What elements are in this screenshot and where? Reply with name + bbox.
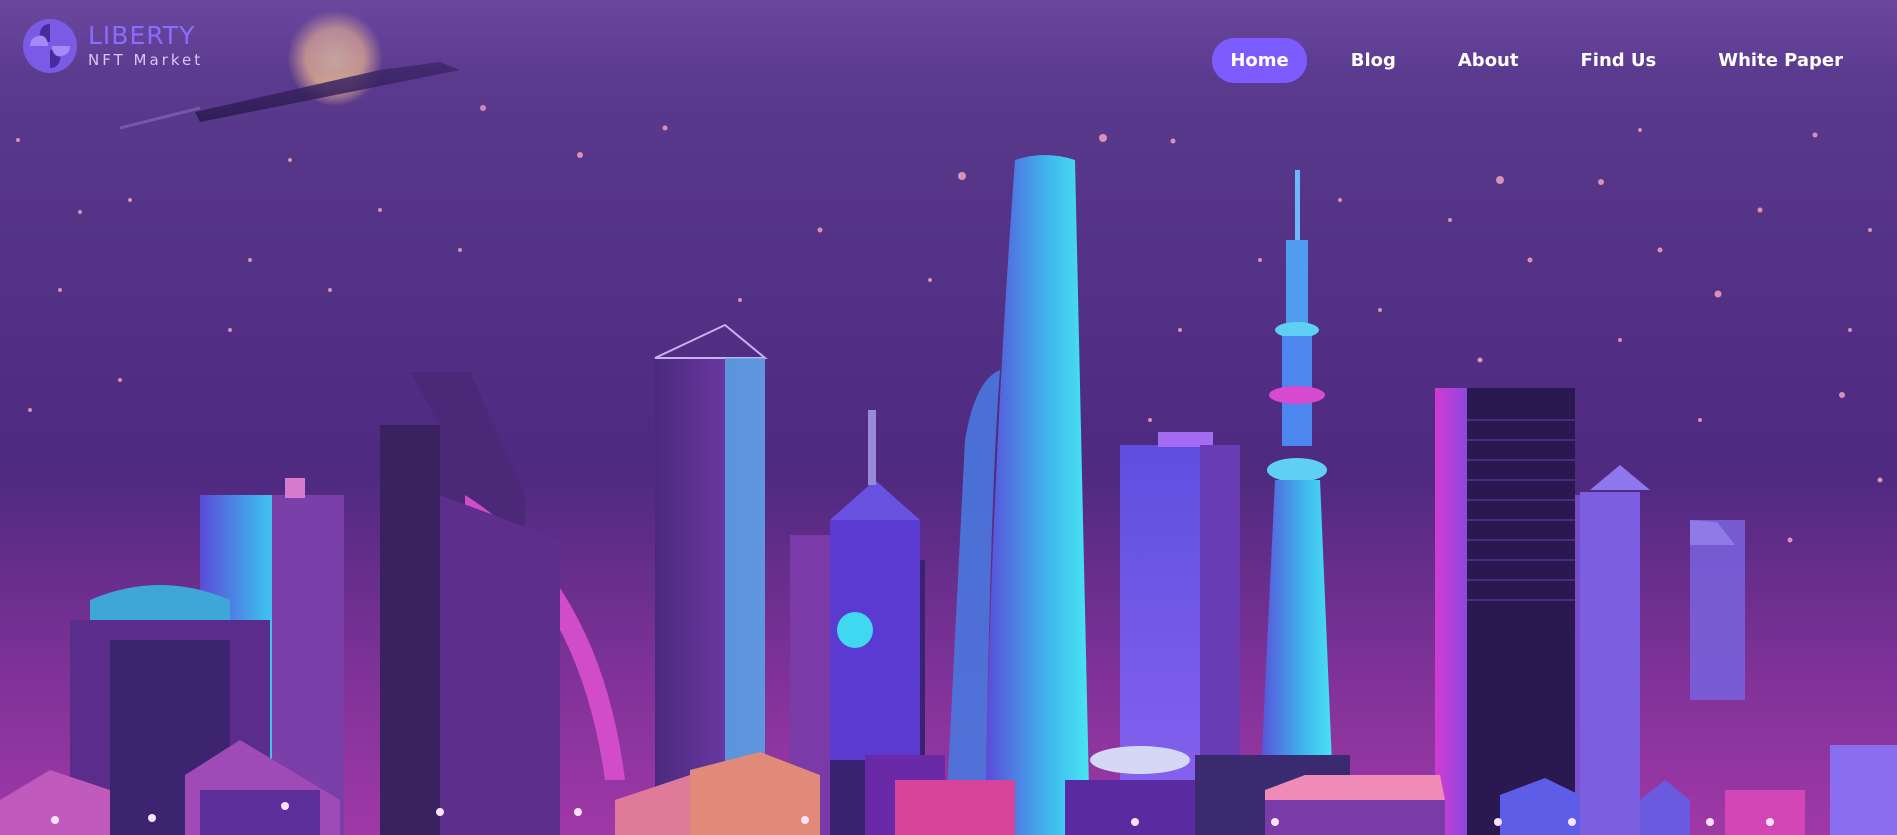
brand-title: LIBERTY	[88, 21, 196, 50]
brand-subtitle: NFT Market	[88, 51, 204, 69]
liberty-logo-icon	[23, 19, 77, 73]
nav-item-about[interactable]: About	[1440, 38, 1537, 83]
main-nav: Home Blog About Find Us White Paper	[1186, 38, 1861, 83]
hero-scene: LIBERTY NFT Market Home Blog About Find …	[0, 0, 1897, 835]
brand-logo[interactable]: LIBERTY NFT Market	[22, 18, 203, 74]
nav-item-home[interactable]: Home	[1212, 38, 1307, 83]
nav-item-find-us[interactable]: Find Us	[1562, 38, 1674, 83]
site-header: LIBERTY NFT Market Home Blog About Find …	[0, 0, 1897, 120]
city-skyline-illustration	[0, 0, 1897, 835]
nav-item-white-paper[interactable]: White Paper	[1700, 38, 1861, 83]
nav-item-blog[interactable]: Blog	[1333, 38, 1414, 83]
